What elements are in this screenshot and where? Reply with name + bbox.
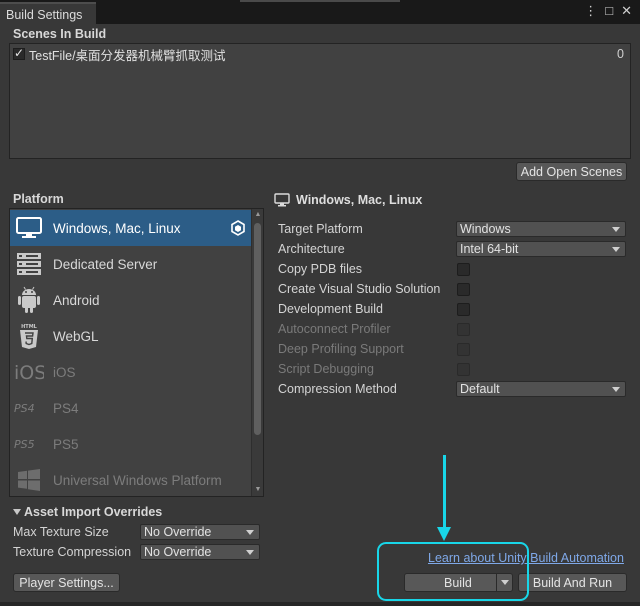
tab-build-settings[interactable]: Build Settings <box>0 2 96 24</box>
foldout-arrow-icon[interactable] <box>13 509 21 515</box>
architecture-label: Architecture <box>278 242 345 256</box>
max-texture-size-value: No Override <box>144 525 212 539</box>
target-platform-value: Windows <box>460 222 511 236</box>
platform-item-uwp[interactable]: Universal Windows Platform <box>10 462 252 496</box>
platform-label: Universal Windows Platform <box>53 472 222 488</box>
development-build-checkbox[interactable] <box>457 303 470 316</box>
more-options-icon[interactable]: ⋮ <box>584 4 597 18</box>
deep-profiling-label: Deep Profiling Support <box>278 342 404 356</box>
scene-index: 0 <box>617 47 624 61</box>
platform-scrollbar[interactable]: ▲ ▼ <box>251 209 263 496</box>
platform-settings-header: Windows, Mac, Linux <box>274 193 422 207</box>
chevron-down-icon <box>246 550 254 555</box>
html5-icon: HTML <box>14 321 44 351</box>
platform-item-ps5[interactable]: PS5 PS5 <box>10 426 252 462</box>
copy-pdb-checkbox[interactable] <box>457 263 470 276</box>
unity-logo-icon <box>231 220 245 236</box>
script-debugging-label: Script Debugging <box>278 362 374 376</box>
platform-label: WebGL <box>53 328 99 344</box>
chevron-down-icon <box>612 247 620 252</box>
server-icon <box>14 249 44 279</box>
title-bar-stripe <box>240 0 400 2</box>
platform-settings-title: Windows, Mac, Linux <box>296 193 423 207</box>
annotation-arrow <box>443 455 446 531</box>
annotation-highlight-box <box>377 542 529 601</box>
chevron-down-icon <box>612 387 620 392</box>
platform-item-ps4[interactable]: PS4 PS4 <box>10 390 252 426</box>
scene-row[interactable]: TestFile/桌面分发器机械臂抓取测试 0 <box>13 46 624 63</box>
chevron-down-icon <box>246 530 254 535</box>
scroll-thumb[interactable] <box>254 223 261 435</box>
autoconnect-profiler-label: Autoconnect Profiler <box>278 322 391 336</box>
svg-text:iOS: iOS <box>14 362 44 383</box>
chevron-down-icon <box>612 227 620 232</box>
platform-list[interactable]: Windows, Mac, Linux Dedicated Server And… <box>9 208 264 497</box>
target-platform-dropdown[interactable]: Windows <box>456 221 626 237</box>
monitor-icon <box>14 213 44 243</box>
scenes-title: Scenes In Build <box>13 27 107 41</box>
monitor-icon <box>274 193 290 207</box>
windows-logo-icon <box>14 465 44 495</box>
platform-label: Dedicated Server <box>53 256 158 272</box>
maximize-icon[interactable]: □ <box>605 4 613 18</box>
svg-text:HTML: HTML <box>21 324 38 330</box>
platform-item-android[interactable]: Android <box>10 282 252 318</box>
copy-pdb-label: Copy PDB files <box>278 262 363 276</box>
scroll-down-icon[interactable]: ▼ <box>254 486 262 494</box>
svg-text:PS4: PS4 <box>14 402 35 415</box>
annotation-arrow-head <box>437 527 451 541</box>
add-open-scenes-button[interactable]: Add Open Scenes <box>516 162 627 181</box>
platform-label: Windows, Mac, Linux <box>53 220 181 236</box>
script-debugging-checkbox <box>457 363 470 376</box>
max-texture-size-label: Max Texture Size <box>13 525 109 539</box>
platform-item-dedicated-server[interactable]: Dedicated Server <box>10 246 252 282</box>
scene-checkbox[interactable] <box>13 46 25 60</box>
ios-icon: iOS <box>14 357 44 387</box>
compression-method-dropdown[interactable]: Default <box>456 381 626 397</box>
asset-import-title[interactable]: Asset Import Overrides <box>24 505 162 519</box>
platform-label: PS5 <box>53 436 79 452</box>
deep-profiling-checkbox <box>457 343 470 356</box>
scroll-up-icon[interactable]: ▲ <box>254 211 262 219</box>
development-build-label: Development Build <box>278 302 383 316</box>
platform-item-webgl[interactable]: HTML WebGL <box>10 318 252 354</box>
build-and-run-button[interactable]: Build And Run <box>518 573 627 592</box>
platform-label: PS4 <box>53 400 79 416</box>
bottom-bar <box>0 602 640 606</box>
platform-item-ios[interactable]: iOS iOS <box>10 354 252 390</box>
compression-method-label: Compression Method <box>278 382 397 396</box>
title-bar: Build Settings ⋮ □ ✕ <box>0 0 640 24</box>
architecture-dropdown[interactable]: Intel 64-bit <box>456 241 626 257</box>
close-icon[interactable]: ✕ <box>621 4 632 18</box>
texture-compression-dropdown[interactable]: No Override <box>140 544 260 560</box>
scenes-list[interactable]: TestFile/桌面分发器机械臂抓取测试 0 <box>9 43 631 159</box>
target-platform-label: Target Platform <box>278 222 363 236</box>
scene-name: TestFile/桌面分发器机械臂抓取测试 <box>29 48 226 63</box>
compression-method-value: Default <box>460 382 500 396</box>
texture-compression-label: Texture Compression <box>13 545 132 559</box>
autoconnect-profiler-checkbox <box>457 323 470 336</box>
create-vs-solution-checkbox[interactable] <box>457 283 470 296</box>
ps4-icon: PS4 <box>14 393 44 423</box>
window-controls: ⋮ □ ✕ <box>584 4 632 18</box>
ps5-icon: PS5 <box>14 429 44 459</box>
android-icon <box>14 285 44 315</box>
platform-item-windows-mac-linux[interactable]: Windows, Mac, Linux <box>10 210 252 246</box>
max-texture-size-dropdown[interactable]: No Override <box>140 524 260 540</box>
platform-label: Android <box>53 292 100 308</box>
create-vs-solution-label: Create Visual Studio Solution <box>278 282 441 296</box>
player-settings-button[interactable]: Player Settings... <box>13 573 120 592</box>
svg-text:PS5: PS5 <box>14 438 35 451</box>
platform-title: Platform <box>13 192 64 206</box>
texture-compression-value: No Override <box>144 545 212 559</box>
platform-label: iOS <box>53 364 76 380</box>
architecture-value: Intel 64-bit <box>460 242 519 256</box>
